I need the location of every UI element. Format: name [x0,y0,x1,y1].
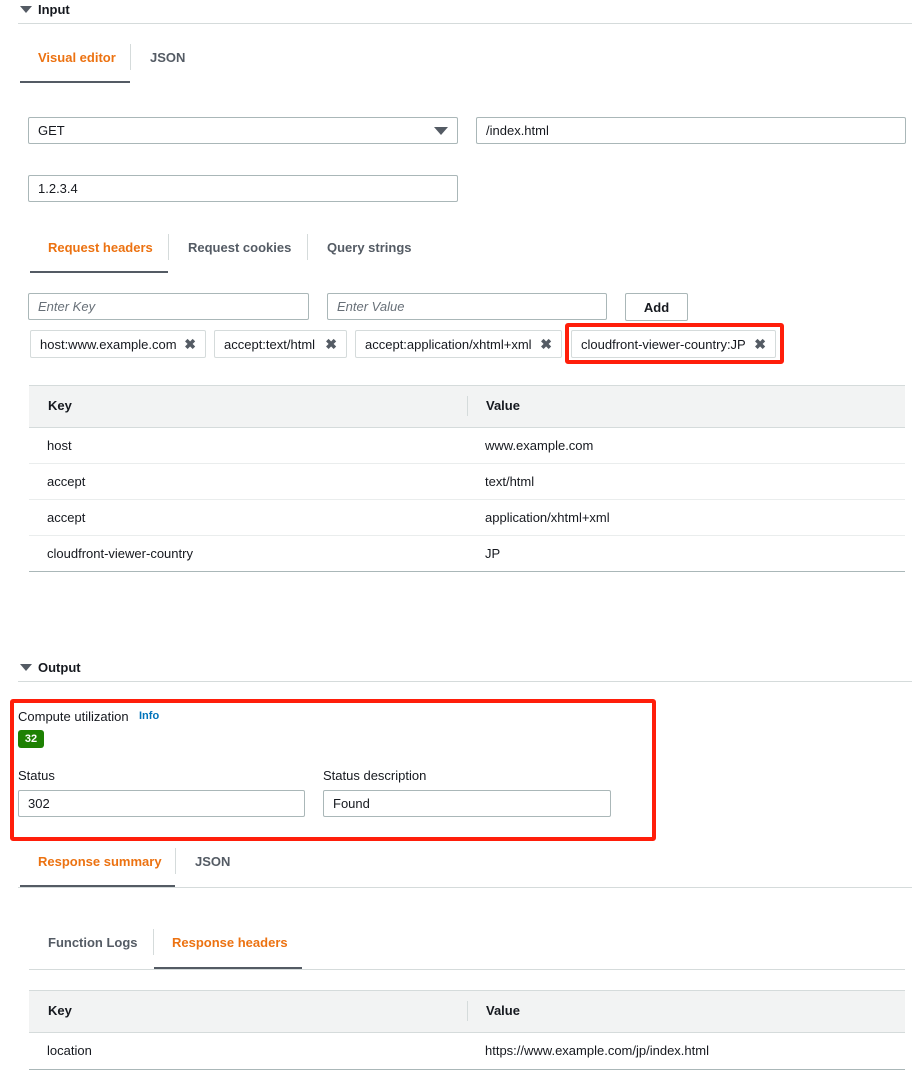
input-section-header[interactable]: Input [20,2,70,17]
tab-query-strings[interactable]: Query strings [327,240,412,255]
row-divider [29,463,905,464]
column-separator [467,1001,468,1021]
row-divider [29,535,905,536]
table-bottom-border [29,1069,905,1070]
method-value: GET [38,123,65,138]
tab-separator [153,929,154,955]
divider [18,23,912,24]
divider [18,681,912,682]
caret-down-icon [20,6,32,13]
header-token: accept:text/html ✖ [214,330,347,358]
highlight-box [10,699,656,841]
tab-response-summary[interactable]: Response summary [38,854,162,869]
cell-key: accept [47,474,86,489]
path-input[interactable] [476,117,906,144]
cell-value: www.example.com [485,438,594,453]
tab-separator [130,44,131,70]
column-header-value: Value [486,398,520,413]
output-title: Output [38,660,81,675]
token-label: accept:application/xhtml+xml [365,336,532,352]
cell-key: host [47,438,72,453]
divider [18,887,912,888]
tab-separator [307,234,308,260]
tab-active-underline [20,81,130,83]
tab-separator [175,848,176,874]
tab-active-underline [30,271,168,273]
caret-down-icon [20,664,32,671]
token-label: host:www.example.com [40,336,177,352]
column-separator [467,396,468,416]
cell-value: https://www.example.com/jp/index.html [485,1043,709,1058]
header-token: host:www.example.com ✖ [30,330,206,358]
remove-token-icon[interactable]: ✖ [540,336,552,353]
dropdown-arrow-icon [434,126,448,135]
cell-key: accept [47,510,86,525]
tab-json[interactable]: JSON [150,50,185,65]
tab-separator [168,234,169,260]
divider [29,969,905,970]
tab-function-logs[interactable]: Function Logs [48,935,138,950]
remove-token-icon[interactable]: ✖ [325,336,337,353]
header-key-input[interactable] [28,293,309,320]
header-token: accept:application/xhtml+xml ✖ [355,330,562,358]
cell-value: JP [485,546,501,561]
cell-value: application/xhtml+xml [485,510,610,525]
table-bottom-border [29,571,905,572]
cell-key: location [47,1043,92,1058]
add-button[interactable]: Add [625,293,688,321]
column-header-key: Key [48,398,72,413]
cell-value: text/html [485,474,535,489]
cell-key: cloudfront-viewer-country [47,546,193,561]
highlight-box [565,323,784,364]
input-title: Input [38,2,70,17]
column-header-key: Key [48,1003,72,1018]
header-value-input[interactable] [327,293,607,320]
ip-input[interactable] [28,175,458,202]
remove-token-icon[interactable]: ✖ [184,336,196,353]
tab-visual-editor[interactable]: Visual editor [38,50,116,65]
output-section-header[interactable]: Output [20,660,81,675]
tab-response-headers[interactable]: Response headers [172,935,288,950]
tab-request-headers[interactable]: Request headers [48,240,153,255]
method-select[interactable]: GET [28,117,458,144]
tab-json[interactable]: JSON [195,854,230,869]
column-header-value: Value [486,1003,520,1018]
row-divider [29,499,905,500]
tab-request-cookies[interactable]: Request cookies [188,240,291,255]
token-label: accept:text/html [224,336,316,352]
